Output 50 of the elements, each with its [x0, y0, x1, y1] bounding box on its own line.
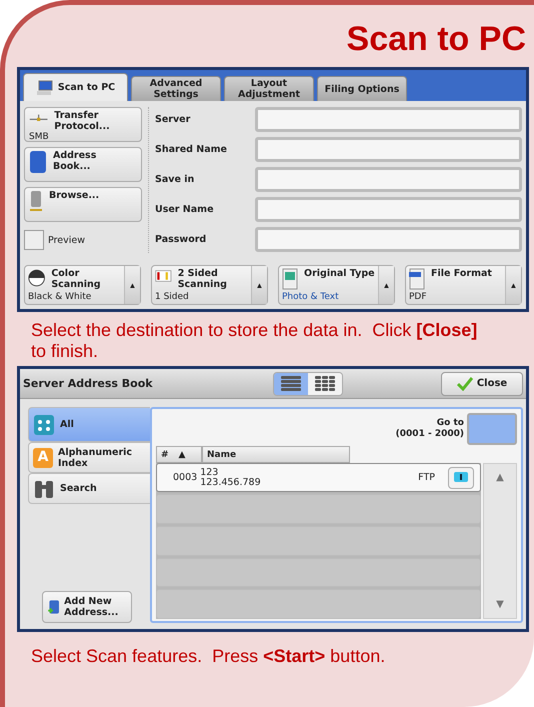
- close-button[interactable]: Close: [441, 372, 523, 396]
- field-label: Shared Name: [155, 143, 228, 157]
- page-title: Scan to PC: [346, 19, 526, 60]
- goto-label: Go to: [436, 418, 464, 429]
- list-view-button[interactable]: [274, 372, 308, 394]
- instruction-text: Select Scan features. Press <Start> button.: [31, 646, 386, 667]
- half-circle-icon: [28, 268, 46, 288]
- field-label: Password: [155, 233, 208, 247]
- screen-title: Server Address Book: [23, 377, 154, 390]
- scroll-bar[interactable]: ▲ ▼: [483, 463, 517, 619]
- grid-view-button[interactable]: [308, 372, 342, 394]
- input-field[interactable]: [255, 137, 522, 162]
- tab[interactable]: Layout Adjustment: [224, 76, 314, 101]
- pages-icon: [155, 268, 172, 284]
- category-tab[interactable]: All: [28, 407, 150, 442]
- tab[interactable]: Advanced Settings: [131, 76, 221, 101]
- input-field[interactable]: [255, 107, 522, 132]
- feature-button[interactable]: Color Scanning Black & White ▲: [24, 265, 141, 305]
- number-range-label: (0001 - 2000): [396, 429, 464, 440]
- people-icon: [33, 414, 55, 436]
- checkmark-icon: [456, 376, 473, 390]
- tab[interactable]: Scan to PC: [23, 73, 128, 101]
- goto-field[interactable]: [467, 413, 517, 445]
- computer-icon: [36, 80, 54, 96]
- column-header[interactable]: # ▲: [156, 446, 202, 463]
- side-button[interactable]: Address Book...: [24, 147, 142, 182]
- field-label: Server: [155, 113, 192, 127]
- letter-icon: A: [33, 448, 53, 468]
- side-button[interactable]: Transfer Protocol... SMB: [24, 107, 142, 142]
- add-address-button[interactable]: Add New Address...: [42, 591, 132, 623]
- column-header[interactable]: Name: [202, 446, 350, 463]
- input-field[interactable]: [255, 227, 522, 252]
- instruction-text: Select the destination to store the data in. Click [Close] to finish.: [31, 320, 478, 362]
- input-field[interactable]: [255, 167, 522, 192]
- feature-button[interactable]: 2 Sided Scanning 1 Sided ▲: [151, 265, 268, 305]
- feature-button[interactable]: File Format PDF ▲: [405, 265, 522, 305]
- category-tab[interactable]: Search: [28, 473, 150, 504]
- feature-button[interactable]: Original Type Photo & Text ▲: [278, 265, 395, 305]
- input-field[interactable]: [255, 197, 522, 222]
- book-icon: [29, 150, 47, 174]
- file-icon: [409, 268, 425, 290]
- tab[interactable]: Filing Options: [317, 76, 407, 101]
- checkbox-label: Preview: [48, 234, 85, 246]
- side-button[interactable]: Browse...: [24, 187, 142, 222]
- field-label: Save in: [155, 173, 196, 187]
- info-icon[interactable]: [448, 466, 474, 488]
- field-label: User Name: [155, 203, 215, 217]
- checkbox[interactable]: [24, 230, 44, 250]
- picture-document-icon: [282, 268, 298, 290]
- category-tab[interactable]: A Alphanumeric Index: [28, 442, 150, 473]
